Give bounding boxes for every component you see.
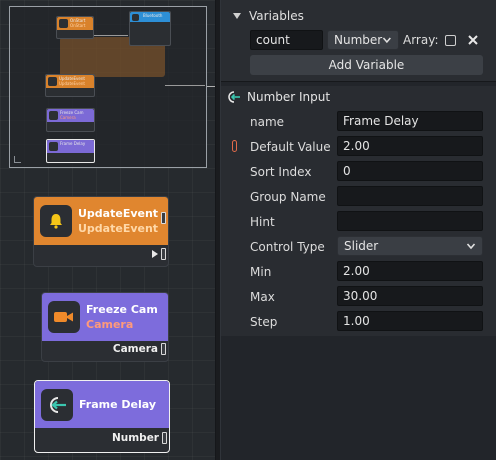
freeze-cam-node[interactable]: Freeze Cam Camera Camera	[41, 292, 169, 362]
node-subtitle: UpdateEvent	[78, 222, 159, 235]
name-input[interactable]: Frame Delay	[337, 111, 483, 131]
prop-label-name: name	[250, 115, 285, 129]
inspector-panel: Variables count Number Array: Add Variab…	[221, 0, 496, 460]
sort-index-input[interactable]: 0	[337, 161, 483, 181]
output-label: Number	[111, 432, 159, 444]
variable-type-dropdown[interactable]: Number	[327, 30, 399, 50]
camera-icon	[48, 301, 80, 333]
minimap-node: Frame Delay	[46, 139, 95, 163]
frame-delay-node[interactable]: Frame Delay Number	[34, 380, 170, 453]
variable-name-input[interactable]: count	[250, 30, 323, 50]
minimap-node: UpdateEvent UpdateEvent	[45, 74, 95, 97]
input-port[interactable]	[161, 212, 166, 224]
collapse-chevron-icon[interactable]	[233, 13, 241, 19]
group-name-input[interactable]	[337, 186, 483, 206]
properties-title: Number Input	[247, 90, 331, 104]
prop-label-group-name: Group Name	[250, 190, 326, 204]
minimap-connection	[92, 35, 128, 36]
max-input[interactable]: 30.00	[337, 286, 483, 306]
minimap-node: Freeze Cam Camera	[46, 108, 95, 132]
minimap-node-subtitle: UpdateEvent	[59, 81, 85, 86]
control-type-dropdown[interactable]: Slider	[337, 236, 483, 256]
output-port[interactable]	[161, 343, 166, 355]
minimap-connection	[165, 85, 205, 86]
default-value-input[interactable]: 2.00	[337, 136, 483, 156]
variables-section: Variables count Number Array: Add Variab…	[221, 0, 496, 82]
prop-label-default-value: Default Value	[250, 140, 331, 154]
minimap[interactable]: OnStart OnStart Bluetooth UpdateEvent Up…	[9, 6, 207, 168]
prop-label-sort-index: Sort Index	[250, 165, 312, 179]
minimap-node: OnStart OnStart	[56, 16, 94, 39]
chevron-down-icon	[466, 243, 476, 250]
array-checkbox[interactable]	[445, 35, 456, 46]
minimap-resize-handle[interactable]	[14, 156, 21, 163]
minimap-node-subtitle: Camera	[60, 115, 76, 120]
min-input[interactable]: 2.00	[337, 261, 483, 281]
minimap-node-title: Frame Delay	[60, 141, 86, 146]
variables-title: Variables	[249, 9, 304, 23]
node-title: Frame Delay	[79, 398, 157, 411]
connection-line	[207, 86, 215, 87]
prop-label-max: Max	[250, 290, 275, 304]
properties-header: Number Input	[227, 90, 330, 104]
minimap-node-subtitle: OnStart	[70, 23, 86, 28]
exec-output-arrow-icon	[152, 250, 158, 258]
input-arrow-icon	[41, 389, 73, 421]
prop-label-step: Step	[250, 315, 278, 329]
variable-type-value: Number	[334, 33, 383, 47]
output-label: Camera	[112, 343, 158, 355]
prop-label-control-type: Control Type	[250, 240, 325, 254]
hint-input[interactable]	[337, 211, 483, 231]
input-arrow-icon	[228, 91, 240, 103]
required-indicator-icon	[232, 140, 237, 152]
graph-canvas[interactable]: OnStart OnStart Bluetooth UpdateEvent Up…	[0, 0, 215, 460]
close-icon[interactable]	[468, 35, 478, 45]
node-title: UpdateEvent	[78, 207, 159, 220]
node-subtitle: Camera	[86, 318, 134, 331]
array-label: Array:	[403, 33, 439, 47]
prop-label-hint: Hint	[250, 215, 275, 229]
exec-output-port[interactable]	[161, 248, 166, 260]
update-event-node[interactable]: UpdateEvent UpdateEvent	[33, 196, 169, 267]
chevron-down-icon	[383, 37, 392, 44]
step-input[interactable]: 1.00	[337, 311, 483, 331]
control-type-value: Slider	[344, 239, 379, 253]
add-variable-button[interactable]: Add Variable	[250, 55, 483, 75]
node-title: Freeze Cam	[86, 303, 158, 316]
variables-header[interactable]: Variables	[233, 9, 304, 23]
minimap-node: Bluetooth	[129, 11, 171, 46]
bell-icon	[40, 205, 72, 237]
minimap-node-title: Bluetooth	[143, 13, 163, 18]
output-port[interactable]	[162, 432, 167, 444]
prop-label-min: Min	[250, 265, 272, 279]
